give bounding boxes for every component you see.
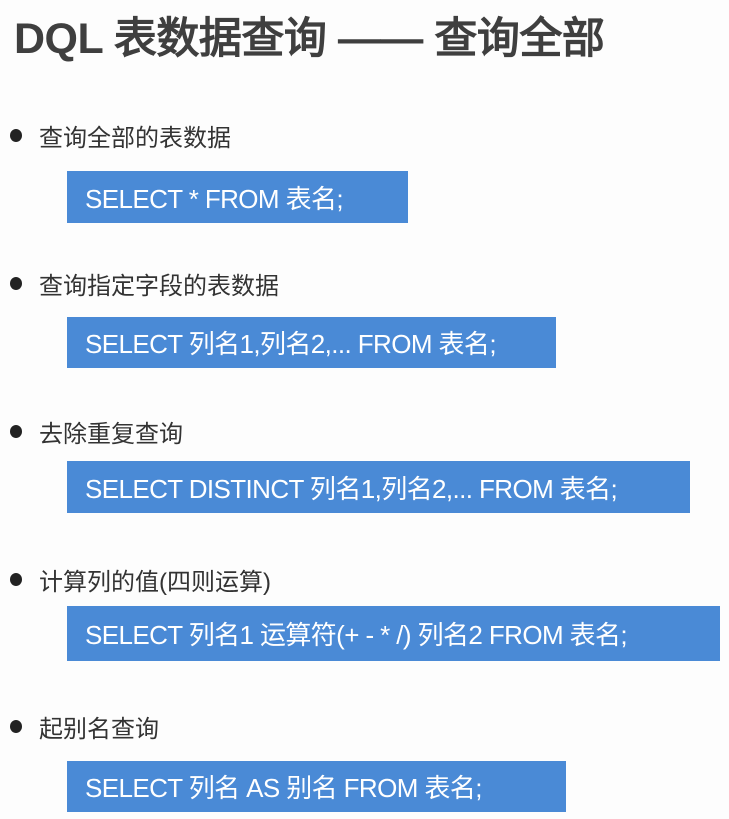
bullet-icon <box>10 573 22 586</box>
bullet-label: 起别名查询 <box>39 716 159 743</box>
bullet-item: 去除重复查询 <box>10 414 183 449</box>
code-block: SELECT 列名 AS 别名 FROM 表名; <box>67 761 566 812</box>
bullet-icon <box>10 425 22 438</box>
code-block: SELECT * FROM 表名; <box>67 171 408 223</box>
code-block: SELECT 列名1,列名2,... FROM 表名; <box>67 317 556 368</box>
bullet-label: 去除重复查询 <box>39 421 183 448</box>
bullet-icon <box>10 277 22 290</box>
bullet-label: 计算列的值(四则运算) <box>39 569 271 596</box>
bullet-icon <box>10 129 22 142</box>
bullet-label: 查询指定字段的表数据 <box>39 273 279 300</box>
bullet-icon <box>10 720 22 733</box>
bullet-item: 查询指定字段的表数据 <box>10 266 279 301</box>
bullet-item: 查询全部的表数据 <box>10 118 231 153</box>
code-block: SELECT DISTINCT 列名1,列名2,... FROM 表名; <box>67 461 690 513</box>
bullet-item: 计算列的值(四则运算) <box>10 562 271 597</box>
bullet-item: 起别名查询 <box>10 709 159 744</box>
bullet-label: 查询全部的表数据 <box>39 125 231 152</box>
page-title: DQL 表数据查询 —— 查询全部 <box>14 15 605 63</box>
code-block: SELECT 列名1 运算符(+ - * /) 列名2 FROM 表名; <box>67 606 720 661</box>
